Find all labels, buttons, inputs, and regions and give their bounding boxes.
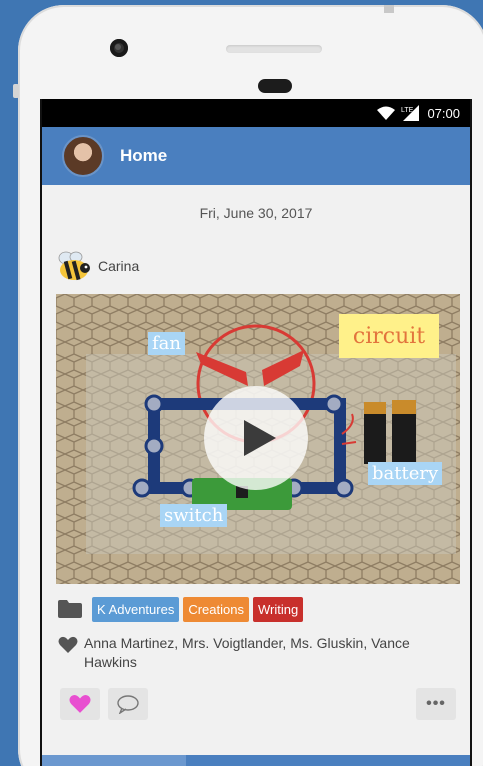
battery-label: battery bbox=[368, 462, 443, 485]
avatar[interactable] bbox=[62, 135, 104, 177]
tab-third[interactable] bbox=[330, 755, 470, 766]
folder-icon bbox=[58, 600, 82, 618]
tag-k-adventures[interactable]: K Adventures bbox=[92, 596, 180, 622]
phone-top-notch bbox=[384, 5, 394, 13]
heart-icon bbox=[58, 636, 78, 653]
heart-filled-icon bbox=[69, 694, 91, 713]
comment-button[interactable] bbox=[108, 688, 148, 720]
phone-sensor-bar bbox=[226, 45, 322, 53]
post-header: Carina bbox=[56, 248, 470, 284]
feed-date: Fri, June 30, 2017 bbox=[199, 205, 313, 221]
status-icons: LTE bbox=[377, 105, 420, 121]
play-button[interactable] bbox=[204, 386, 308, 490]
status-time: 07:00 bbox=[427, 105, 460, 121]
circuit-label: circuit bbox=[339, 314, 439, 358]
tag-writing[interactable]: Writing bbox=[252, 596, 304, 622]
likes-row: Anna Martinez, Mrs. Voigtlander, Ms. Glu… bbox=[58, 634, 438, 672]
app-bar: Home bbox=[42, 127, 470, 185]
tags-row: K Adventures Creations Writing bbox=[58, 596, 470, 622]
comment-icon bbox=[117, 695, 139, 714]
play-icon bbox=[244, 420, 276, 456]
post-actions: ••• bbox=[60, 688, 456, 720]
tag-creations[interactable]: Creations bbox=[183, 596, 249, 622]
fan-label: fan bbox=[148, 332, 185, 355]
phone-side-button bbox=[13, 84, 19, 98]
post-video[interactable]: circuit fan battery switch bbox=[56, 294, 460, 584]
network-label: LTE bbox=[401, 107, 414, 114]
post-author[interactable]: Carina bbox=[98, 258, 139, 274]
tab-second[interactable] bbox=[186, 755, 330, 766]
switch-label: switch bbox=[160, 504, 228, 527]
liked-by-list: Anna Martinez, Mrs. Voigtlander, Ms. Glu… bbox=[84, 635, 410, 670]
page-title: Home bbox=[120, 146, 168, 165]
app-screen: LTE 07:00 Home Fri, June 30, 2017 Carina bbox=[40, 99, 472, 766]
wifi-icon bbox=[377, 106, 396, 120]
bee-icon bbox=[58, 251, 90, 281]
status-bar: LTE 07:00 bbox=[42, 99, 470, 127]
more-options-button[interactable]: ••• bbox=[416, 688, 456, 720]
bottom-tab-bar bbox=[42, 755, 470, 766]
tab-home[interactable] bbox=[42, 755, 186, 766]
earpiece-speaker bbox=[258, 79, 292, 93]
like-button[interactable] bbox=[60, 688, 100, 720]
front-camera bbox=[110, 39, 128, 57]
signal-icon: LTE bbox=[401, 105, 420, 121]
